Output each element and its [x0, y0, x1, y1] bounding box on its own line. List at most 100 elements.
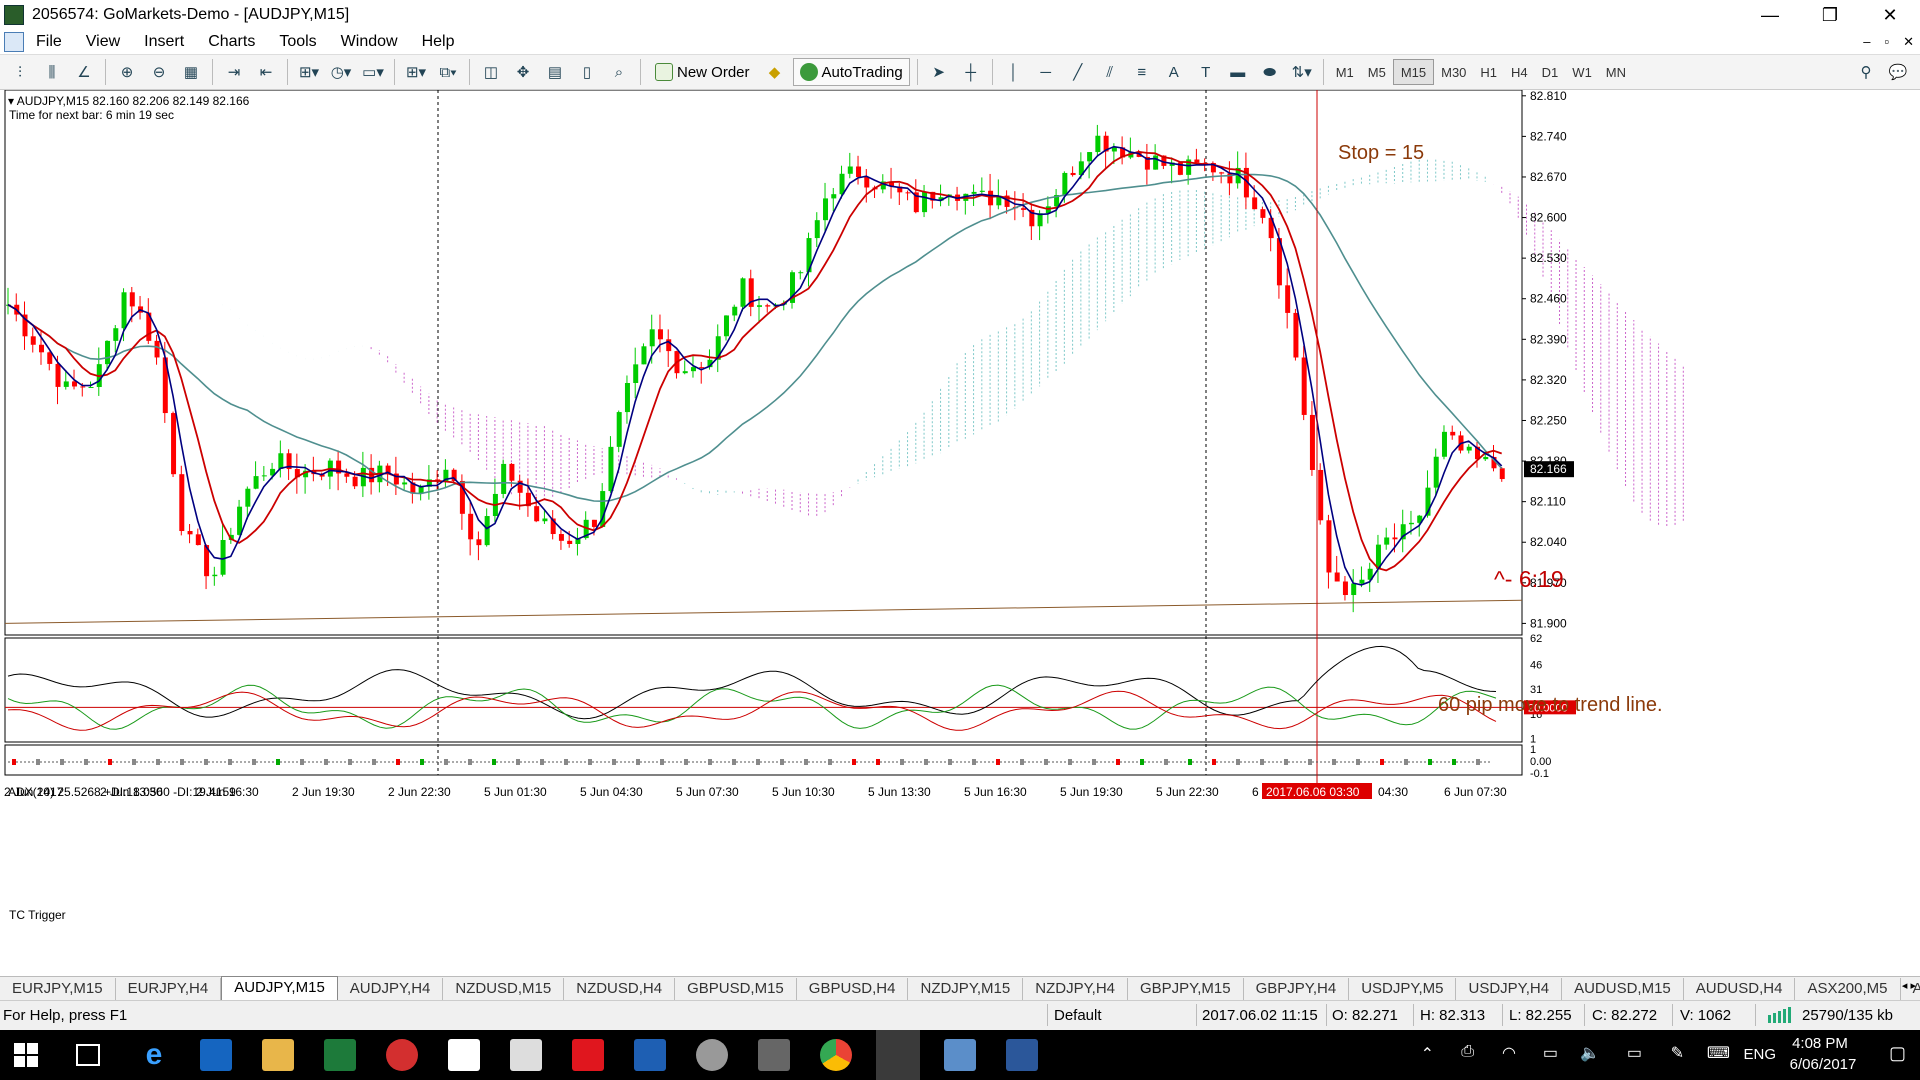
edge-browser-icon[interactable]: e [138, 1039, 170, 1071]
menu-help[interactable]: Help [410, 33, 467, 51]
chart-tab[interactable]: USDJPY,M5 [1349, 978, 1457, 1000]
minimize-button[interactable]: — [1740, 0, 1800, 30]
outlook-icon[interactable] [200, 1039, 232, 1071]
chart-tab[interactable]: USDJPY,H4 [1456, 978, 1563, 1000]
printer-icon[interactable]: ⎙ [1461, 1043, 1474, 1061]
cursor-icon[interactable]: ➤ [925, 58, 953, 86]
timeframe-h4[interactable]: H4 [1504, 59, 1535, 85]
horizontal-line-icon[interactable]: ─ [1032, 58, 1060, 86]
mdi-minimize-button[interactable]: – [1863, 34, 1870, 50]
chart-tab[interactable]: ASX200,M5 [1795, 978, 1901, 1000]
line-chart-icon[interactable]: ∠ [70, 58, 98, 86]
timeframe-m5[interactable]: M5 [1361, 59, 1393, 85]
autotrading-button[interactable]: AutoTrading [792, 58, 910, 86]
menu-insert[interactable]: Insert [132, 33, 196, 51]
chart-tab[interactable]: NZDUSD,M15 [443, 978, 565, 1000]
strategy-tester-icon[interactable]: ⌕ [605, 58, 633, 86]
chart-tab[interactable]: GBPUSD,M15 [675, 978, 797, 1000]
autoscroll-icon[interactable]: ⇥ [220, 58, 248, 86]
chart-tab[interactable]: NZDJPY,H4 [1023, 978, 1128, 1000]
wifi-icon[interactable]: ◠ [1502, 1043, 1516, 1063]
file-explorer-icon[interactable] [262, 1039, 294, 1071]
metaeditor-icon[interactable]: ◆ [761, 58, 789, 86]
rectangle-icon[interactable]: ▬ [1224, 58, 1252, 86]
search-icon[interactable]: ⚲ [1852, 58, 1880, 86]
k-app-icon[interactable] [572, 1039, 604, 1071]
menu-file[interactable]: File [24, 33, 74, 51]
chart-tab[interactable]: AUDUSD,M15 [1562, 978, 1684, 1000]
app-blue-icon[interactable] [944, 1039, 976, 1071]
navigator-icon[interactable]: ✥ [509, 58, 537, 86]
menu-tools[interactable]: Tools [267, 33, 328, 51]
trend-line-icon[interactable]: ╱ [1064, 58, 1092, 86]
timeframe-m15[interactable]: M15 [1392, 59, 1435, 85]
vertical-line-icon[interactable]: │ [1000, 58, 1028, 86]
crosshair-icon[interactable]: ┼ [957, 58, 985, 86]
indicators-icon[interactable]: ⊞▾ [295, 58, 323, 86]
timeframe-h1[interactable]: H1 [1473, 59, 1504, 85]
menu-window[interactable]: Window [329, 33, 410, 51]
metatrader-active-icon[interactable] [876, 1030, 920, 1080]
zoom-in-icon[interactable]: ⊕ [113, 58, 141, 86]
chart-tab[interactable]: NZDUSD,H4 [564, 978, 676, 1000]
chart-tab[interactable]: GBPUSD,H4 [797, 978, 909, 1000]
candlestick-icon[interactable]: ⫼ [38, 58, 66, 86]
menu-view[interactable]: View [74, 33, 132, 51]
chart-tab[interactable]: GBPJPY,M15 [1128, 978, 1244, 1000]
mdi-close-button[interactable]: ✕ [1903, 34, 1914, 50]
chrome-icon[interactable] [820, 1039, 852, 1071]
excel-icon[interactable] [324, 1039, 356, 1071]
task-view-icon[interactable] [76, 1044, 100, 1066]
word-icon[interactable] [1006, 1039, 1038, 1071]
camera-icon[interactable] [758, 1039, 790, 1071]
restore-button[interactable]: ❐ [1800, 0, 1860, 30]
chart-window[interactable]: 82.810 82.740 82.670 82.600 82.530 82.460 82.3… [0, 90, 1920, 976]
clock-date[interactable]: 6/06/2017 [1778, 1056, 1868, 1073]
timeframe-w1[interactable]: W1 [1565, 59, 1599, 85]
periods-icon[interactable]: ◷▾ [327, 58, 355, 86]
new-order-button[interactable]: New Order [648, 58, 757, 86]
chart-tab[interactable]: EURJPY,H4 [116, 978, 222, 1000]
volume-icon[interactable]: 🔈 [1580, 1043, 1600, 1063]
windows-start-icon[interactable] [14, 1043, 38, 1067]
chart-tab[interactable]: NZDJPY,M15 [908, 978, 1024, 1000]
chart-tab[interactable]: AUDUSD,H4 [1684, 978, 1796, 1000]
timeframe-mn[interactable]: MN [1599, 59, 1633, 85]
chart-canvas[interactable]: 82.810 82.740 82.670 82.600 82.530 82.460 82.3… [0, 90, 1920, 976]
chart-tab[interactable]: AUDJPY,M15 [221, 976, 338, 1000]
clock-time[interactable]: 4:08 PM [1780, 1035, 1860, 1052]
timeframe-m30[interactable]: M30 [1434, 59, 1473, 85]
terminal-icon[interactable]: ▯ [573, 58, 601, 86]
notifications-icon[interactable]: ▢ [1889, 1043, 1906, 1064]
zoom-out-icon[interactable]: ⊖ [145, 58, 173, 86]
arrows-icon[interactable]: ⇅▾ [1288, 58, 1316, 86]
store-icon[interactable] [448, 1039, 480, 1071]
tab-scroll-arrows-icon[interactable]: ◂ ▸ [1902, 979, 1916, 992]
device-icon[interactable]: ▭ [1543, 1043, 1558, 1063]
pen-icon[interactable]: ✎ [1671, 1043, 1684, 1063]
tray-chevron-icon[interactable]: ⌃ [1421, 1044, 1434, 1064]
menu-charts[interactable]: Charts [196, 33, 267, 51]
chart-tab[interactable]: GBPJPY,H4 [1244, 978, 1350, 1000]
app-red-icon[interactable] [386, 1039, 418, 1071]
fibonacci-icon[interactable]: ≡ [1128, 58, 1156, 86]
battery-icon[interactable]: ▭ [1627, 1043, 1642, 1063]
chart-tab[interactable]: EURJPY,M15 [0, 978, 116, 1000]
keyboard-icon[interactable]: ⌨ [1707, 1043, 1730, 1063]
tile-windows-icon[interactable]: ▦ [177, 58, 205, 86]
timeframe-d1[interactable]: D1 [1535, 59, 1566, 85]
calculator-icon[interactable] [510, 1039, 542, 1071]
text-label-icon[interactable]: T [1192, 58, 1220, 86]
text-icon[interactable]: A [1160, 58, 1188, 86]
market-watch-icon[interactable]: ◫ [477, 58, 505, 86]
language-indicator[interactable]: ENG [1743, 1046, 1776, 1063]
ellipse-icon[interactable]: ⬬ [1256, 58, 1284, 86]
mdi-restore-button[interactable]: ▫ [1884, 34, 1889, 50]
new-chart-icon[interactable]: ⊞▾ [402, 58, 430, 86]
bar-chart-icon[interactable]: ⫶ [6, 58, 34, 86]
profiles-icon[interactable]: ⧉▾ [434, 58, 462, 86]
close-button[interactable]: ✕ [1860, 0, 1920, 30]
templates-icon[interactable]: ▭▾ [359, 58, 387, 86]
app-gray-icon[interactable] [696, 1039, 728, 1071]
equidistant-channel-icon[interactable]: ⫽ [1096, 58, 1124, 86]
